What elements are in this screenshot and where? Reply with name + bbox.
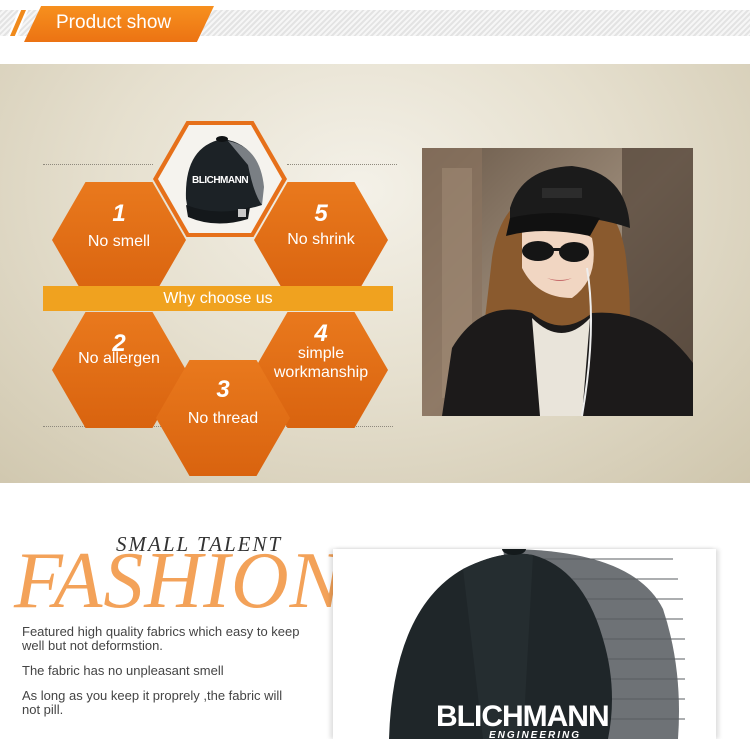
dotted-divider — [43, 164, 153, 165]
model-photo — [422, 148, 693, 416]
dotted-divider — [287, 164, 397, 165]
fashion-paragraph: Featured high quality fabrics which easy… — [22, 624, 300, 653]
cap-brand-logo: BLICHMANN — [436, 700, 610, 733]
feature-banner: BLICHMANN 1 No smell 5 No shrink Why cho… — [0, 64, 750, 483]
feature-number: 1 — [112, 200, 126, 227]
feature-label: No allergen — [78, 350, 160, 367]
fashion-small-title: SMALL TALENT — [116, 532, 283, 556]
section-title: Product show — [56, 12, 172, 33]
feature-label: simple workmanship — [273, 345, 369, 381]
cap-closeup-photo: BLICHMANN ENGINEERING — [333, 549, 716, 739]
model-photo-illustration — [422, 148, 693, 416]
feature-label: No shrink — [287, 231, 355, 248]
why-choose-us-bar: Why choose us — [43, 286, 393, 311]
feature-number: 5 — [314, 200, 328, 227]
feature-label: No thread — [187, 410, 259, 427]
fashion-paragraph: The fabric has no unpleasant smell — [22, 663, 224, 678]
fashion-paragraph: As long as you keep it proprely ,the fab… — [22, 688, 283, 717]
feature-label: No smell — [87, 233, 151, 250]
cap-brand-subtext: ENGINEERING — [489, 730, 582, 739]
section-header: Product show — [0, 0, 750, 44]
cap-brand-text: BLICHMANN — [192, 175, 249, 186]
